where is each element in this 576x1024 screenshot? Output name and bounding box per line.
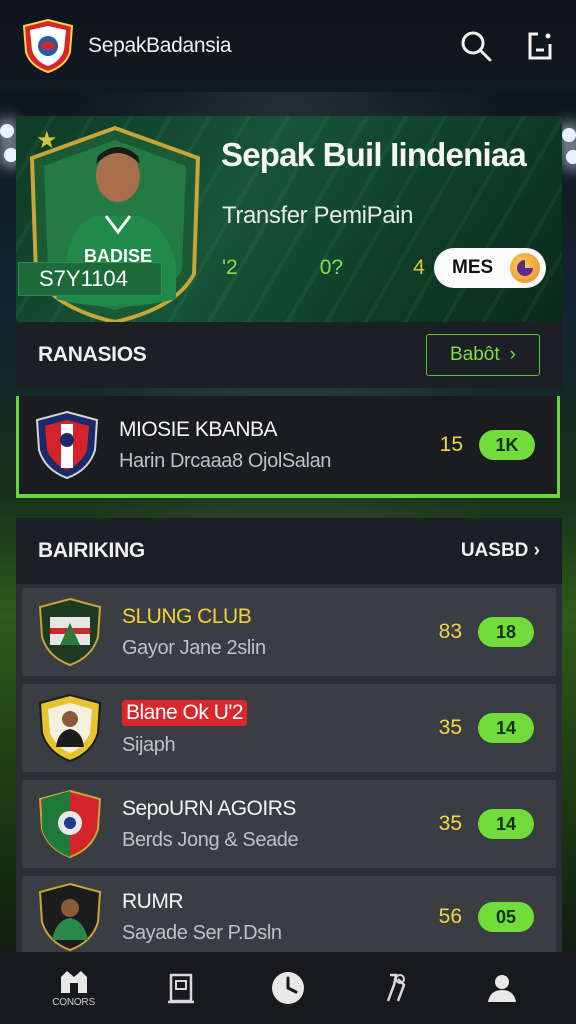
star-icon: ★ bbox=[36, 127, 58, 154]
stadium-light bbox=[562, 128, 576, 142]
mes-button[interactable]: MES bbox=[434, 248, 546, 288]
team-score: 15 bbox=[439, 433, 463, 456]
team-badge: 14 bbox=[478, 809, 534, 839]
mes-button-label: MES bbox=[452, 257, 494, 278]
team-name: SLUNG CLUB bbox=[122, 604, 252, 628]
hero-stats: '2 0? 4 bbox=[222, 256, 425, 280]
team-subtitle: Sayade Ser P.Dsln bbox=[122, 921, 282, 944]
team-crest-icon bbox=[38, 789, 102, 859]
ranasios-section-header: RANASIOS Babôt › bbox=[16, 322, 562, 388]
team-name: SepoURN AGOIRS bbox=[122, 796, 296, 820]
bottom-navigation: CONORS bbox=[0, 952, 576, 1024]
hero-subtitle: Transfer PemiPain bbox=[222, 202, 414, 229]
tools-icon bbox=[386, 973, 406, 1002]
ranking-row[interactable]: SLUNG CLUB Gayor Jane 2slin 83 18 bbox=[22, 588, 556, 676]
ranking-row[interactable]: Blane Ok U'2 Sijaph 35 14 bbox=[22, 684, 556, 772]
nav-item-conors[interactable]: CONORS bbox=[39, 958, 109, 1018]
ranking-row[interactable]: SepoURN AGOIRS Berds Jong & Seade 35 14 bbox=[22, 780, 556, 868]
clock-icon bbox=[271, 972, 304, 1004]
team-score: 56 bbox=[438, 905, 462, 928]
team-score: 83 bbox=[438, 620, 462, 643]
hero-banner[interactable]: BADISE ★ S7Y1104 Sepak Buil Iindeniaa Tr… bbox=[16, 116, 562, 322]
clipboard-icon bbox=[167, 973, 194, 1004]
team-subtitle: Sijaph bbox=[122, 733, 176, 756]
nav-item-profile[interactable] bbox=[467, 958, 537, 1018]
featured-team-row[interactable]: MIOSIE KBANBA Harin Drcaaa8 OjolSalan 15… bbox=[16, 396, 560, 498]
chevron-right-icon: › bbox=[509, 344, 516, 365]
ranking-section-header: BAIRIKING UASBD › bbox=[16, 518, 562, 584]
hero-stat: 0? bbox=[319, 256, 344, 279]
team-score: 35 bbox=[438, 812, 462, 835]
hero-stat: '2 bbox=[222, 256, 238, 279]
team-name: MIOSIE KBANBA bbox=[119, 417, 278, 441]
nav-item-tools[interactable] bbox=[360, 958, 430, 1018]
player-id-label: S7Y1104 bbox=[18, 262, 162, 296]
coin-icon bbox=[510, 253, 540, 283]
nav-label: CONORS bbox=[52, 996, 95, 1008]
babot-button-label: Babôt bbox=[450, 344, 500, 365]
menu-more-icon[interactable] bbox=[526, 30, 554, 62]
team-badge: 18 bbox=[478, 617, 534, 647]
section-title: BAIRIKING bbox=[38, 539, 145, 562]
nav-item-clipboard[interactable] bbox=[146, 958, 216, 1018]
team-crest-icon bbox=[38, 693, 102, 763]
team-score: 35 bbox=[438, 716, 462, 739]
stadium-icon bbox=[60, 970, 87, 993]
profile-icon bbox=[488, 975, 517, 1002]
ranking-panel: BAIRIKING UASBD › SLUNG CLUB Gayor Jane … bbox=[16, 518, 562, 958]
stadium-light bbox=[566, 150, 576, 164]
team-badge: 14 bbox=[478, 713, 534, 743]
stadium-light bbox=[0, 124, 14, 138]
team-crest-icon bbox=[35, 410, 99, 480]
nav-item-clock[interactable] bbox=[253, 958, 323, 1018]
hero-stat: 4 bbox=[413, 256, 425, 279]
team-name: RUMR bbox=[122, 889, 183, 913]
club-logo-icon[interactable] bbox=[22, 18, 74, 74]
team-badge: 1K bbox=[479, 430, 535, 460]
section-title: RANASIOS bbox=[38, 343, 147, 366]
see-all-link[interactable]: UASBD › bbox=[461, 540, 540, 562]
team-crest-icon bbox=[38, 597, 102, 667]
top-app-bar: SepakBadansia bbox=[0, 0, 576, 92]
ranking-row[interactable]: RUMR Sayade Ser P.Dsln 56 05 bbox=[22, 876, 556, 958]
team-badge: 05 bbox=[478, 902, 534, 932]
team-subtitle: Gayor Jane 2slin bbox=[122, 636, 266, 659]
babot-button[interactable]: Babôt › bbox=[426, 334, 540, 376]
team-name: Blane Ok U'2 bbox=[122, 699, 248, 726]
hero-title: Sepak Buil Iindeniaa bbox=[221, 136, 527, 173]
app-title: SepakBadansia bbox=[88, 34, 232, 57]
search-icon[interactable] bbox=[460, 30, 492, 62]
team-subtitle: Harin Drcaaa8 OjolSalan bbox=[119, 449, 332, 472]
team-subtitle: Berds Jong & Seade bbox=[122, 828, 299, 851]
team-crest-icon bbox=[38, 882, 102, 952]
